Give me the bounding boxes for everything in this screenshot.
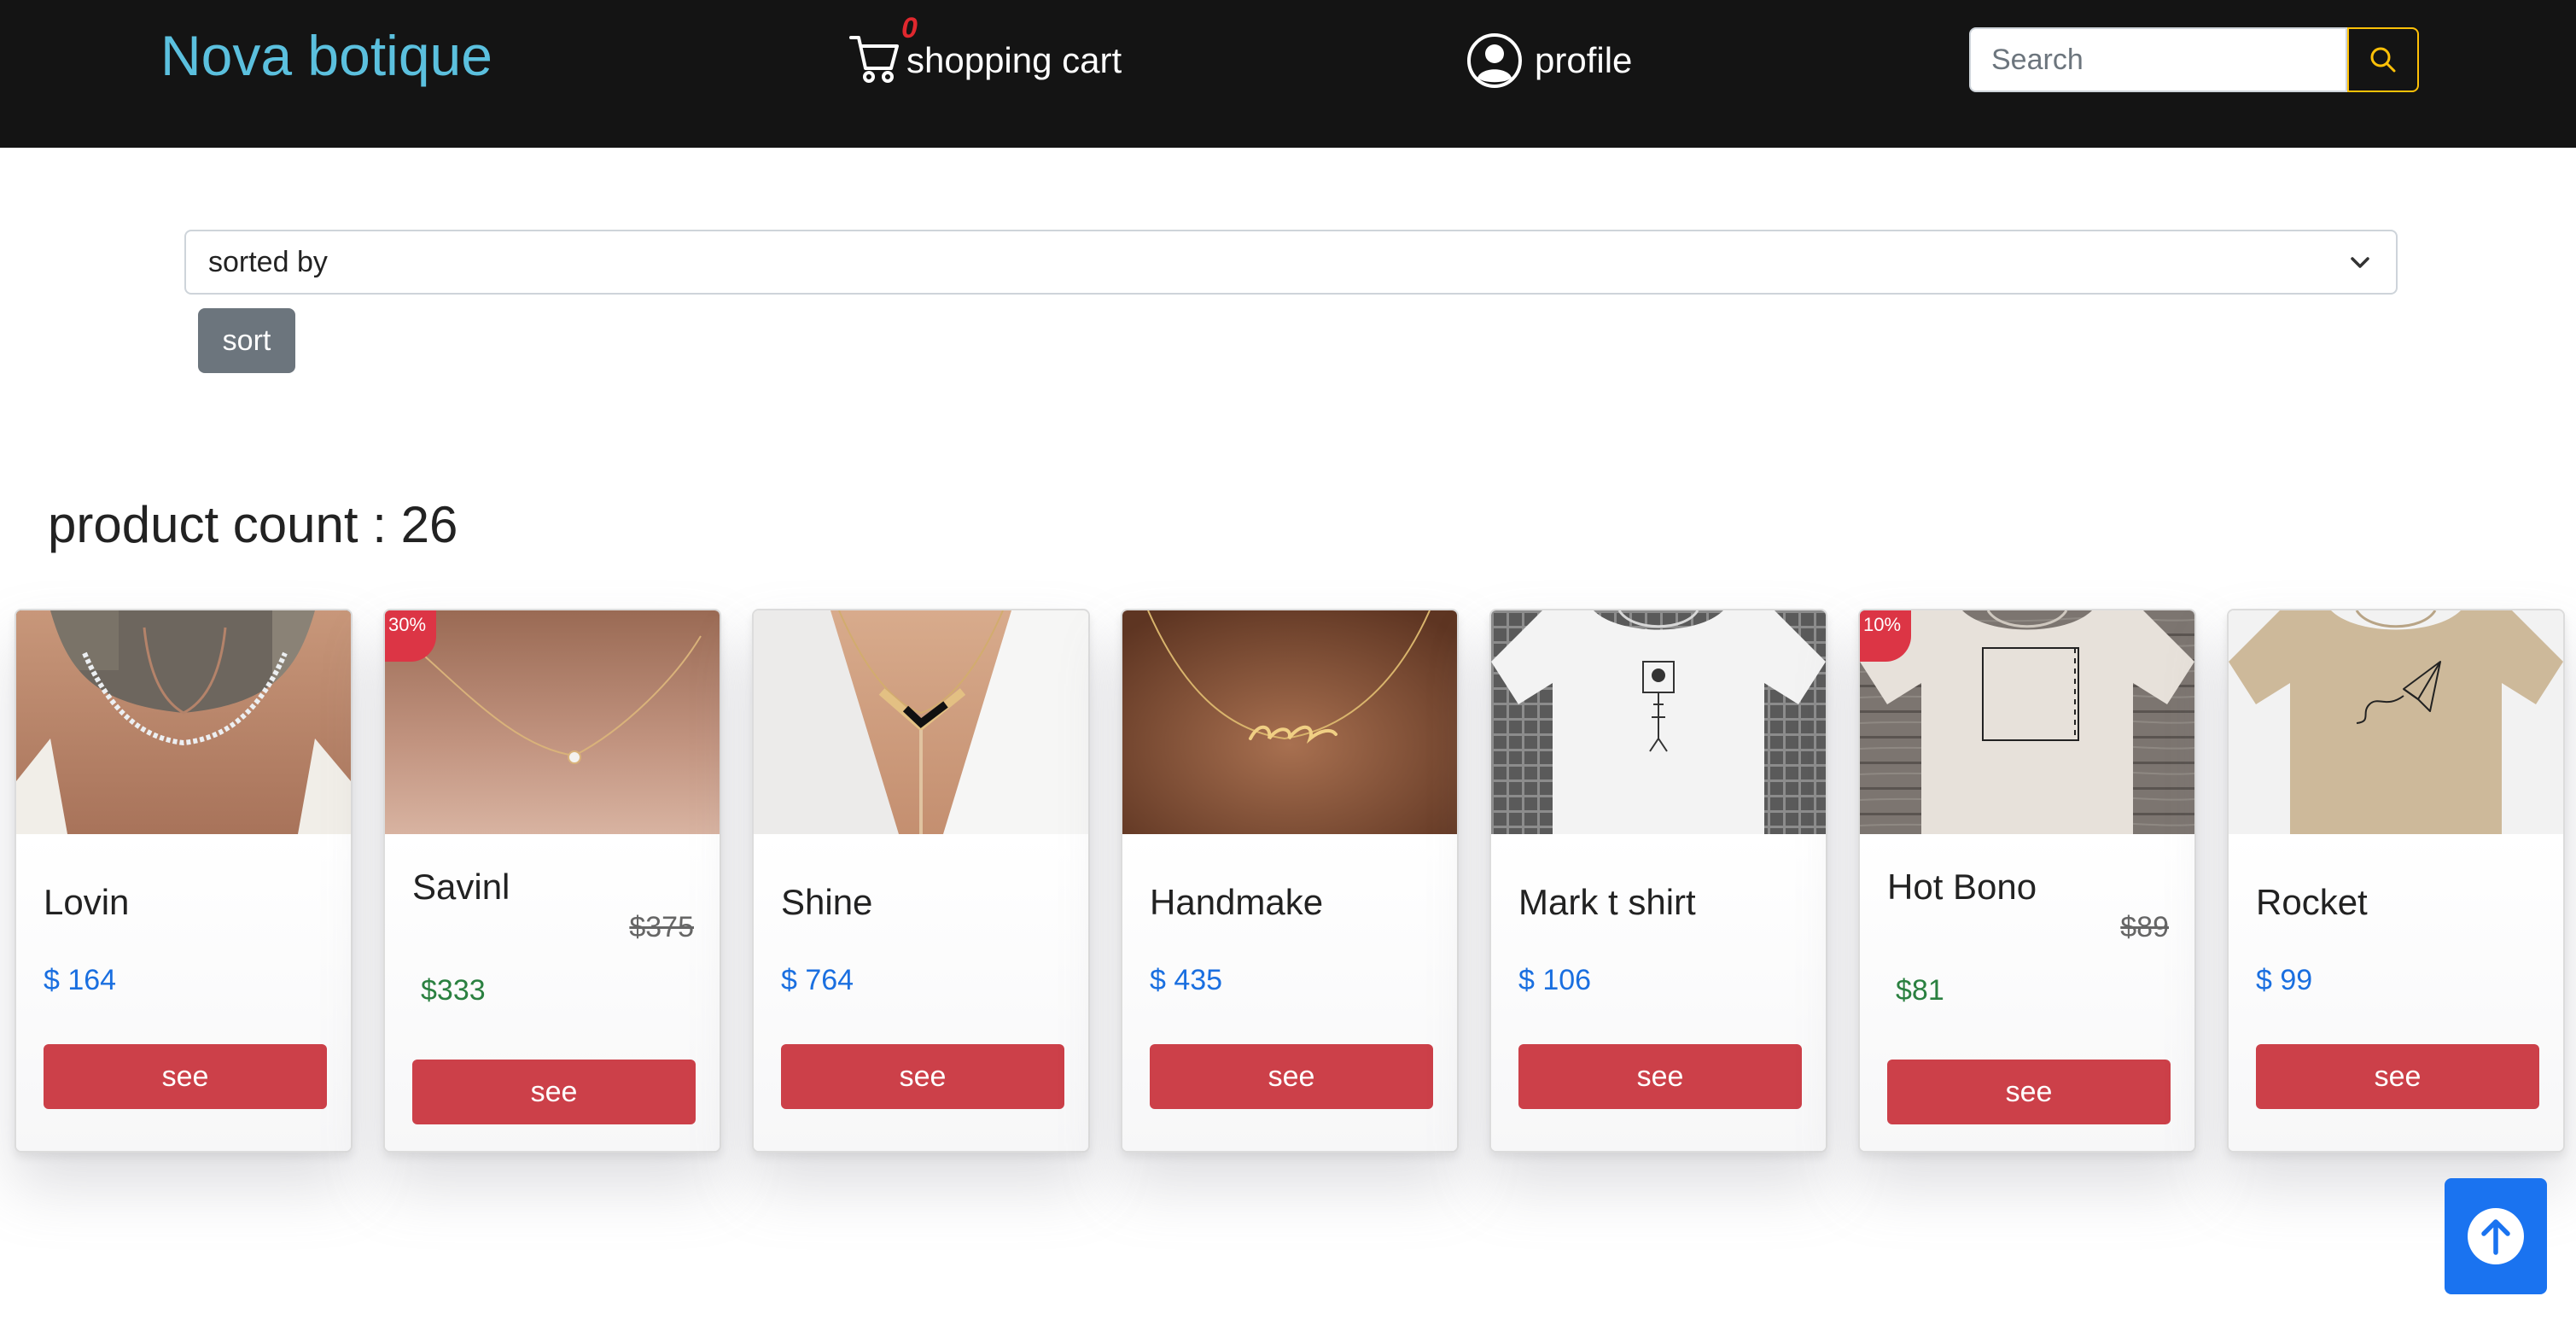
product-name: Shine xyxy=(781,882,873,922)
product-card: Mark t shirt $ 106 see xyxy=(1489,609,1827,1153)
cart-count-badge: 0 xyxy=(901,12,918,44)
search-input[interactable] xyxy=(1969,27,2347,92)
product-name: Mark t shirt xyxy=(1518,882,1696,922)
sort-select-value: sorted by xyxy=(208,245,328,278)
product-name: Hot Bono xyxy=(1887,867,2037,907)
arrow-up-circle-icon xyxy=(2468,1208,2524,1264)
product-name: Savinl xyxy=(412,867,510,907)
product-image[interactable] xyxy=(754,610,1088,834)
product-name: Lovin xyxy=(44,882,130,922)
product-image[interactable] xyxy=(1122,610,1457,834)
product-new-price: $333 xyxy=(421,974,486,1007)
product-name: Rocket xyxy=(2256,882,2368,922)
sort-button[interactable]: sort xyxy=(198,308,295,373)
discount-badge: 10% xyxy=(1860,610,1911,662)
user-circle-icon xyxy=(1467,33,1522,88)
see-button[interactable]: see xyxy=(1518,1044,1802,1109)
product-price: $ 435 xyxy=(1150,964,1223,996)
see-button[interactable]: see xyxy=(44,1044,327,1109)
shopping-cart-link[interactable]: 0 shopping cart xyxy=(848,12,1122,90)
product-card: 30% Savinl $375 $333 see xyxy=(383,609,721,1153)
product-count: product count : 26 xyxy=(48,496,458,553)
product-price: $ 164 xyxy=(44,964,117,996)
profile-label: profile xyxy=(1535,40,1633,80)
product-card: 10% Hot Bono $89 $81 see xyxy=(1858,609,2196,1153)
sort-select[interactable]: sorted by xyxy=(184,230,2398,295)
product-price: $ 764 xyxy=(781,964,854,996)
see-button[interactable]: see xyxy=(1150,1044,1433,1109)
chevron-down-icon xyxy=(2351,257,2369,268)
product-name: Handmake xyxy=(1150,882,1324,922)
product-image[interactable] xyxy=(2229,610,2563,834)
navbar: Nova botique 0 shopping cart profile xyxy=(0,0,2576,148)
discount-badge: 30% xyxy=(385,610,436,662)
brand-logo[interactable]: Nova botique xyxy=(160,19,492,92)
product-image[interactable]: 30% xyxy=(385,610,720,834)
product-price: $ 106 xyxy=(1518,964,1592,996)
see-button[interactable]: see xyxy=(2256,1044,2539,1109)
product-image[interactable] xyxy=(1491,610,1826,834)
product-card: Lovin $ 164 see xyxy=(15,609,353,1153)
product-old-price: $375 xyxy=(629,911,694,943)
product-card: Rocket $ 99 see xyxy=(2227,609,2565,1153)
product-price: $ 99 xyxy=(2256,964,2313,996)
see-button[interactable]: see xyxy=(1887,1060,2171,1124)
see-button[interactable]: see xyxy=(412,1060,696,1124)
product-new-price: $81 xyxy=(1896,974,1944,1007)
profile-link[interactable]: profile xyxy=(1466,31,1632,90)
product-card: Handmake $ 435 see xyxy=(1121,609,1459,1153)
product-card: Shine $ 764 see xyxy=(752,609,1090,1153)
product-image[interactable] xyxy=(16,610,351,834)
product-image[interactable]: 10% xyxy=(1860,610,2194,834)
search-form xyxy=(1969,27,2419,92)
back-to-top-button[interactable] xyxy=(2445,1178,2547,1294)
cart-icon: 0 xyxy=(848,12,918,90)
shopping-cart-label: shopping cart xyxy=(906,40,1122,80)
search-icon xyxy=(2370,47,2396,73)
see-button[interactable]: see xyxy=(781,1044,1064,1109)
search-button[interactable] xyxy=(2347,27,2419,92)
product-old-price: $89 xyxy=(2120,911,2169,943)
